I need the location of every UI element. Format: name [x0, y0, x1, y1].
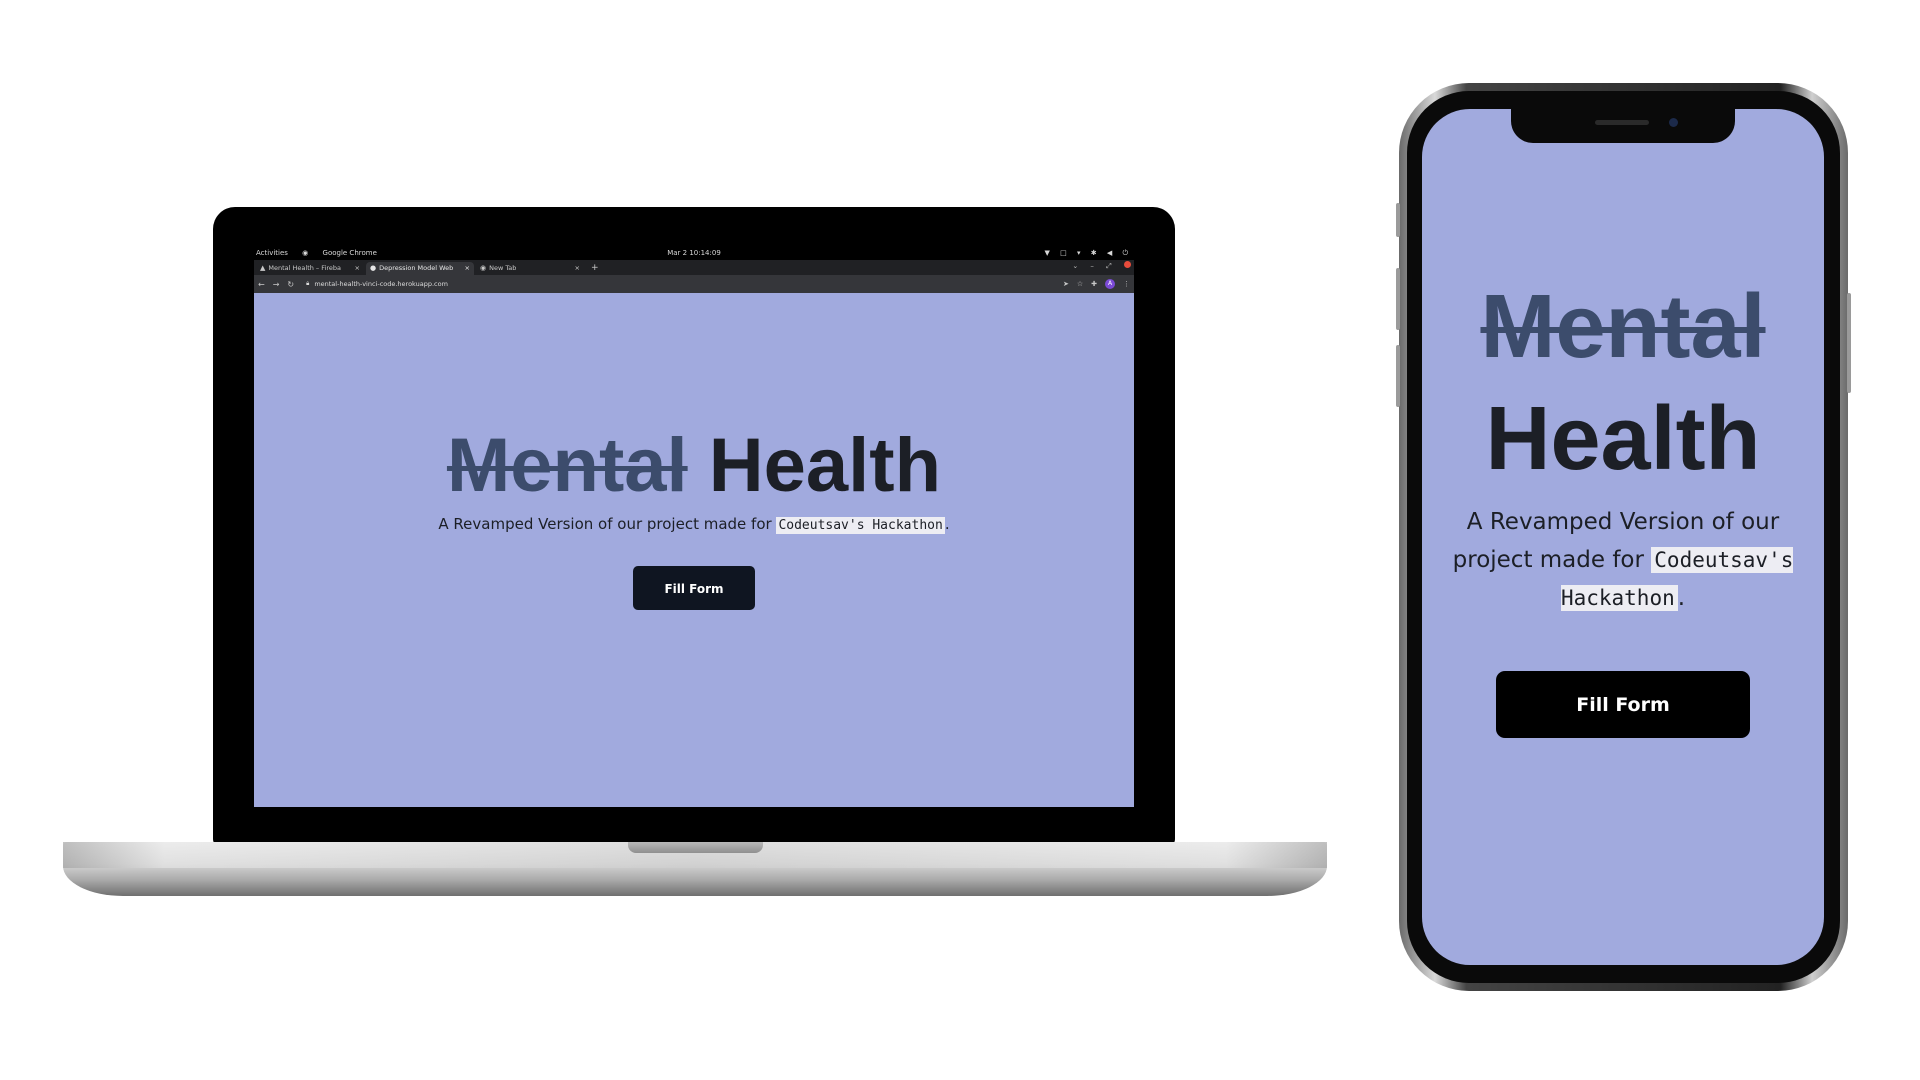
title-word: Health [708, 423, 942, 508]
web-page: Mental Health A Revamped Version of our … [254, 293, 1134, 807]
back-icon[interactable]: ← [258, 280, 265, 289]
browser-tab-strip: ▲ Mental Health – Fireba × ● Depression … [254, 260, 1134, 275]
laptop-hinge-notch [628, 842, 763, 853]
minimize-icon[interactable]: – [1090, 262, 1099, 270]
laptop-mockup: Activities ◉ Google Chrome Mar 2 10:14:0… [213, 207, 1175, 847]
close-window-icon[interactable] [1124, 261, 1131, 268]
tab-new-tab[interactable]: ◉ New Tab × [476, 262, 584, 275]
chrome-icon: ◉ [480, 264, 487, 272]
firebase-icon: ▲ [260, 264, 266, 272]
system-tray[interactable]: ▼ □ ▾ ✱ ◀ ⏻ [1044, 247, 1132, 260]
volume-icon: ◀ [1106, 249, 1117, 257]
tab-depression-model[interactable]: ● Depression Model Web × [366, 262, 474, 275]
bluetooth-icon: ✱ [1090, 249, 1101, 257]
phone-silent-switch [1396, 203, 1400, 237]
tab-title: Depression Model Web [379, 264, 454, 272]
address-bar[interactable]: 🔒︎ mental-health-vinci-code.herokuapp.co… [306, 280, 448, 288]
speaker-grille [1595, 120, 1649, 125]
phone-screen: Mental Health A Revamped Version of our … [1422, 109, 1824, 965]
window-controls: ⌄ – ⤢ [1072, 261, 1131, 271]
page-subtitle: A Revamped Version of our project made f… [254, 515, 1134, 534]
phone-power-button [1847, 293, 1851, 393]
os-clock[interactable]: Mar 2 10:14:09 [254, 247, 1134, 260]
power-icon: ⏻ [1122, 249, 1132, 257]
notification-icon: ▼ [1044, 249, 1054, 257]
mobile-subtitle-suffix: . [1677, 585, 1686, 611]
mobile-title-struck-word: Mental [1480, 277, 1766, 377]
browser-toolbar: ← → ↻ 🔒︎ mental-health-vinci-code.heroku… [254, 275, 1134, 293]
tab-search-icon[interactable]: ⌄ [1072, 262, 1083, 270]
toolbar-actions: ➤ ☆ ✚ A ⋮ [1063, 279, 1130, 289]
share-icon[interactable]: ➤ [1063, 280, 1069, 288]
mobile-title-word: Health [1485, 389, 1761, 489]
new-tab-button[interactable]: + [586, 262, 604, 275]
forward-icon[interactable]: → [273, 280, 280, 289]
phone-mockup: Mental Health A Revamped Version of our … [1396, 83, 1851, 991]
mobile-page-title: Mental Health [1422, 271, 1824, 495]
os-top-bar: Activities ◉ Google Chrome Mar 2 10:14:0… [254, 247, 1134, 260]
url-text: mental-health-vinci-code.herokuapp.com [314, 280, 448, 288]
subtitle-suffix: . [944, 515, 950, 533]
title-struck-word: Mental [446, 423, 688, 508]
laptop-base [63, 842, 1327, 896]
wifi-icon: ▾ [1076, 249, 1085, 257]
close-tab-icon[interactable]: × [575, 262, 580, 275]
mobile-fill-form-button[interactable]: Fill Form [1496, 671, 1750, 738]
menu-icon[interactable]: ⋮ [1123, 280, 1130, 288]
close-tab-icon[interactable]: × [355, 262, 360, 275]
lock-icon: 🔒︎ [306, 280, 310, 287]
laptop-screen: Activities ◉ Google Chrome Mar 2 10:14:0… [254, 247, 1134, 807]
phone-notch [1511, 109, 1735, 143]
hackathon-code: Codeutsav's Hackathon [776, 517, 945, 534]
window-icon: □ [1060, 249, 1071, 257]
fill-form-button[interactable]: Fill Form [633, 566, 755, 610]
maximize-icon[interactable]: ⤢ [1106, 262, 1117, 270]
tab-title: Mental Health – Fireba [268, 264, 341, 272]
page-title: Mental Health [254, 421, 1134, 511]
phone-volume-up [1396, 268, 1400, 330]
close-tab-icon[interactable]: × [465, 262, 470, 275]
tab-firebase[interactable]: ▲ Mental Health – Fireba × [256, 262, 364, 275]
phone-volume-down [1396, 345, 1400, 407]
reload-icon[interactable]: ↻ [287, 280, 294, 289]
extensions-icon[interactable]: ✚ [1091, 280, 1097, 288]
avatar[interactable]: A [1105, 279, 1115, 289]
github-icon: ● [370, 264, 377, 272]
tab-title: New Tab [489, 264, 517, 272]
subtitle-text: A Revamped Version of our project made f… [438, 515, 777, 533]
star-icon[interactable]: ☆ [1077, 280, 1083, 288]
camera-icon [1669, 118, 1678, 127]
mobile-page-subtitle: A Revamped Version of our project made f… [1444, 503, 1802, 617]
